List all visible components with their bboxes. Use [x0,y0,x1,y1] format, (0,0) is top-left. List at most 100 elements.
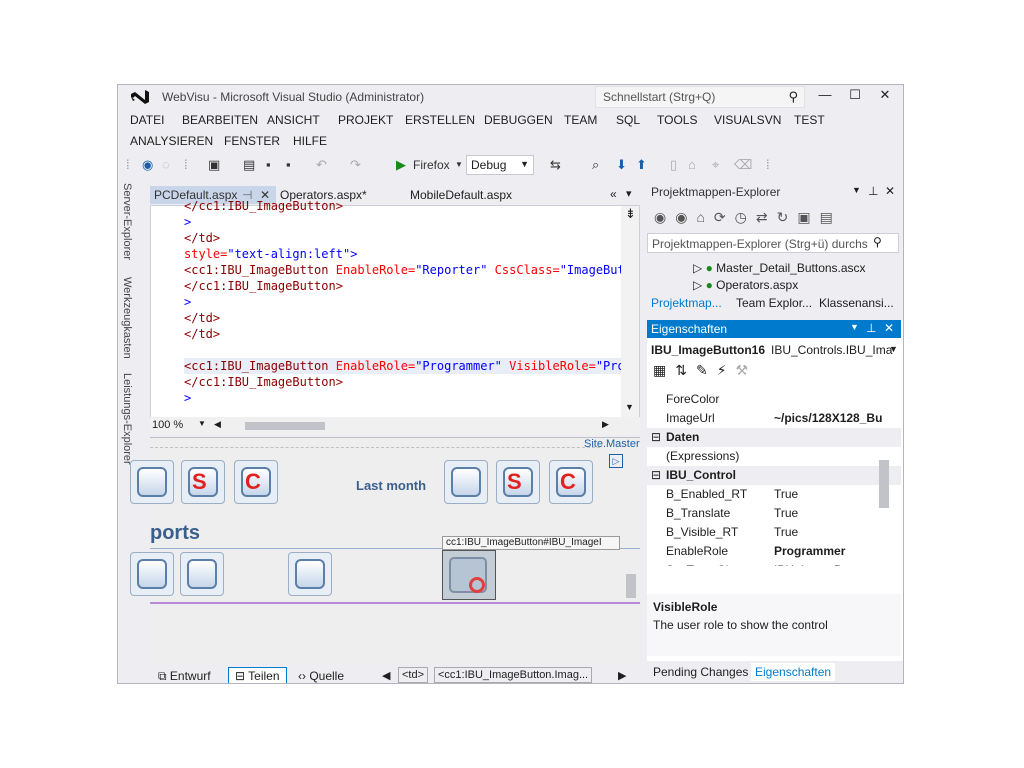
back-icon[interactable]: ◉ [142,157,153,173]
source-editor[interactable]: </cc1:IBU_ImageButton> > </td> style="text-… [150,199,640,422]
undo-icon[interactable]: ↶ [316,157,327,173]
close-icon[interactable]: ✕ [885,184,895,198]
tab-solution[interactable]: Projektmap... [651,296,722,310]
breadcrumb-td[interactable]: <td> [398,667,429,683]
menu-ansicht[interactable]: ANSICHT [267,113,320,127]
menu-fenster[interactable]: FENSTER [224,134,280,148]
object-selector[interactable]: IBU_ImageButton16 IBU_Controls.IBU_Ima ▼ [647,340,901,360]
smart-tag-icon[interactable]: ▷ [609,454,623,468]
property-scroll-thumb[interactable] [879,460,889,508]
menu-datei[interactable]: DATEI [130,113,164,127]
categorized-icon[interactable]: ▦ [653,362,675,378]
property-row[interactable]: B_Visible_RT True [647,523,901,542]
alphabetical-icon[interactable]: ⇅ [675,362,696,378]
swap-icon[interactable]: ⇄ [756,209,777,225]
open-file-icon[interactable]: ▤ [243,157,255,173]
crumb-left-icon[interactable]: ◀ [382,669,390,682]
save-icon[interactable]: ▪ [266,157,271,173]
uncomment-icon[interactable]: ⌂ [688,157,696,173]
menu-tools[interactable]: TOOLS [657,113,697,127]
tab-team-explorer[interactable]: Team Explor... [736,296,812,310]
menu-debuggen[interactable]: DEBUGGEN [484,113,553,127]
tree-item-operators[interactable]: ▷ ● Operators.aspx [693,278,798,292]
refresh-icon[interactable]: ↻ [777,209,798,225]
property-pages-icon[interactable]: ⚒ [736,362,758,378]
pie-chart-button[interactable] [130,460,174,504]
collapse-icon[interactable]: ▣ [797,209,819,225]
server-explorer-tab[interactable]: Server-Explorer [121,183,133,260]
chevron-down-icon[interactable]: ▼ [850,322,859,332]
property-row[interactable]: Sz_TransClass IBU_ImageButton [647,561,901,566]
split-view-tab[interactable]: ⊟ Teilen [228,667,287,683]
menu-visualsvn[interactable]: VISUALSVN [714,113,781,127]
browser-select[interactable]: Firefox [413,157,450,173]
menu-test[interactable]: TEST [794,113,825,127]
tab-overflow-icon[interactable]: « [610,187,617,201]
history-icon[interactable]: ◷ [735,209,756,225]
comment-icon[interactable]: ▯ [670,157,677,173]
settings-button[interactable] [180,552,224,596]
clear-icon[interactable]: ⌫ [734,157,752,173]
property-value[interactable]: IBU_ImageButton [774,561,869,566]
property-value[interactable]: ~/pics/128X128_Bu [774,409,882,428]
pin-icon[interactable]: ⊥ [868,184,878,198]
events-icon[interactable]: ⚡ [717,362,736,378]
property-value[interactable]: True [774,485,798,504]
property-row[interactable]: B_Translate True [647,504,901,523]
breakpoint-icon[interactable]: ⌖ [712,157,719,173]
horizontal-scroll-thumb[interactable] [245,422,325,430]
bookmark-icon[interactable]: ⬇ [616,157,627,173]
source-view-tab[interactable]: ‹› Quelle [298,669,344,683]
sync-icon[interactable]: ⟳ [714,209,735,225]
menu-analysieren[interactable]: ANALYSIEREN [130,134,213,148]
new-project-icon[interactable]: ▣ [208,157,220,173]
vertical-scrollbar[interactable]: ⇟ ▼ [621,206,639,422]
property-row[interactable]: EnableRole Programmer [647,542,901,561]
tab-pending-changes[interactable]: Pending Changes [653,665,748,679]
tree-item-master-detail[interactable]: ▷ ● Master_Detail_Buttons.ascx [693,261,866,275]
solution-search-input[interactable]: Projektmappen-Explorer (Strg+ü) durchs ⚲ [647,233,899,253]
back-icon[interactable]: ◉ [654,209,675,225]
property-row[interactable]: (Expressions) [647,447,901,466]
design-scroll-thumb[interactable] [626,574,636,598]
tab-mobiledefault[interactable]: MobileDefault.aspx [406,186,516,204]
property-value[interactable]: True [774,523,798,542]
pin-icon[interactable]: ⊥ [866,321,876,335]
menu-projekt[interactable]: PROJEKT [338,113,393,127]
browser-link-icon[interactable]: ⇆ [550,157,561,173]
collapse-icon[interactable]: ⊟ [651,428,661,447]
expand-icon[interactable]: ▷ [693,278,706,292]
save-all-icon[interactable]: ▪ [286,157,291,173]
design-view-tab[interactable]: ⧉ Entwurf [158,669,211,683]
forward-icon[interactable]: ◌ [162,157,170,173]
menu-hilfe[interactable]: HILFE [293,134,327,148]
properties-icon[interactable]: ✎ [696,362,717,378]
settings-button[interactable] [130,552,174,596]
tab-class-view[interactable]: Klassenansi... [819,296,894,310]
property-row[interactable]: ForeColor [647,390,901,409]
quick-launch-input[interactable]: Schnellstart (Strg+Q) ⚲ [595,86,805,108]
selected-image-button[interactable] [442,550,496,600]
minimize-button[interactable]: — [810,85,840,107]
property-value[interactable]: True [774,504,798,523]
menu-erstellen[interactable]: ERSTELLEN [405,113,475,127]
property-category[interactable]: ⊟ IBU_Control [647,466,901,485]
configuration-select[interactable]: Debug ▼ [466,155,534,175]
scroll-down-icon[interactable]: ▼ [625,402,634,412]
report-s-button[interactable]: S [181,460,225,504]
property-value[interactable]: Programmer [774,542,845,561]
property-row[interactable]: ImageUrl ~/pics/128X128_Bu [647,409,901,428]
home-icon[interactable]: ⌂ [696,209,713,225]
split-icon[interactable]: ⇟ [625,206,636,222]
menu-team[interactable]: TEAM [564,113,597,127]
report-c-button[interactable]: C [234,460,278,504]
layout-button[interactable] [288,552,332,596]
design-surface[interactable]: Site.Master ▷ S C Last month S C ports c… [130,437,640,663]
chevron-down-icon[interactable]: ▼ [852,185,861,195]
start-debug-icon[interactable]: ▶ [396,157,406,173]
toolbox-tab[interactable]: Werkzeugkasten [121,277,133,359]
property-category[interactable]: ⊟ Daten [647,428,901,447]
tab-properties[interactable]: Eigenschaften [751,663,836,681]
maximize-button[interactable]: ☐ [840,85,870,107]
collapse-icon[interactable]: ⊟ [651,466,661,485]
